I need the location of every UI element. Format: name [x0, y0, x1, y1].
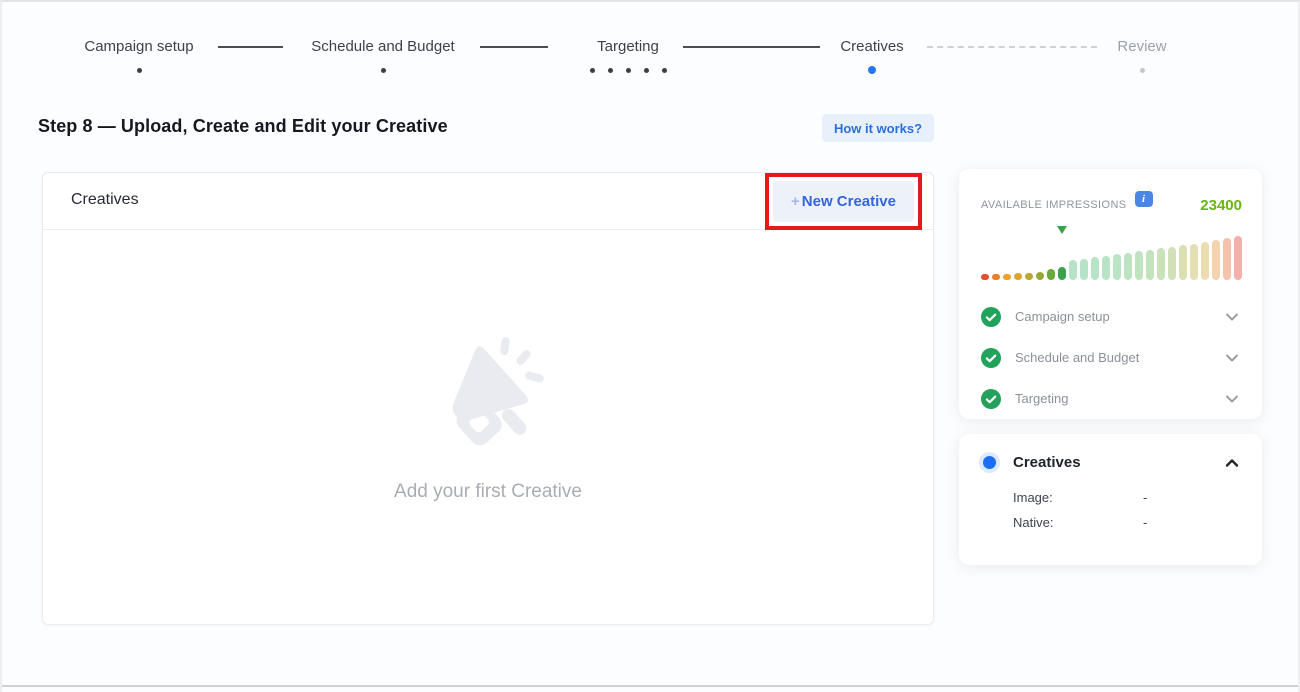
- step-label: Review: [1042, 38, 1242, 55]
- creatives-summary-rows: Image: - Native: -: [1013, 485, 1242, 535]
- available-impressions-card: AVAILABLE IMPRESSIONS i 23400 Campaign s…: [959, 169, 1262, 419]
- summary-row-label: Native:: [1013, 515, 1143, 530]
- gauge-bar: [1179, 245, 1187, 280]
- gauge-bar: [1091, 257, 1099, 280]
- summary-row-native: Native: -: [1013, 510, 1242, 535]
- gauge-bar: [981, 274, 989, 280]
- empty-state-text: Add your first Creative: [394, 481, 582, 503]
- summary-row-value: -: [1143, 515, 1147, 530]
- plus-icon: +: [791, 193, 800, 210]
- section-label: Campaign setup: [1015, 309, 1224, 324]
- creatives-summary-header[interactable]: Creatives: [981, 454, 1242, 471]
- impressions-gauge-bars: [981, 236, 1242, 280]
- step-schedule-budget[interactable]: Schedule and Budget: [283, 38, 483, 74]
- creatives-summary-card: Creatives Image: - Native: -: [959, 434, 1262, 565]
- step-connector: [218, 46, 283, 48]
- step-dots: [39, 66, 239, 74]
- completed-sections-list: Campaign setup Schedule and Budget: [981, 296, 1242, 419]
- section-label: Targeting: [1015, 391, 1224, 406]
- summary-row-value: -: [1143, 490, 1147, 505]
- step-progress-dot: [626, 68, 631, 73]
- impressions-gauge: [981, 226, 1242, 280]
- step-dots: [283, 66, 483, 74]
- step-targeting[interactable]: Targeting: [528, 38, 728, 74]
- step-label: Campaign setup: [39, 38, 239, 55]
- gauge-bar: [1212, 240, 1220, 280]
- section-label: Schedule and Budget: [1015, 350, 1224, 365]
- step-campaign-setup[interactable]: Campaign setup: [39, 38, 239, 74]
- step-progress-dot: [1140, 68, 1145, 73]
- step-progress-dot: [644, 68, 649, 73]
- impressions-header: AVAILABLE IMPRESSIONS i 23400: [981, 191, 1242, 214]
- page-bottom-rule: [2, 685, 1298, 687]
- gauge-bar: [1036, 272, 1044, 280]
- gauge-bar: [1146, 250, 1154, 280]
- chevron-down-icon[interactable]: [1224, 391, 1240, 407]
- creatives-card-header: Creatives +New Creative: [43, 173, 933, 230]
- gauge-bar: [1025, 273, 1033, 280]
- gauge-bar: [1190, 244, 1198, 280]
- summary-row-image: Image: -: [1013, 485, 1242, 510]
- gauge-bar: [1080, 259, 1088, 280]
- gauge-bar: [1135, 251, 1143, 280]
- how-it-works-button[interactable]: How it works?: [822, 114, 934, 142]
- gauge-bar: [1003, 274, 1011, 280]
- check-circle-icon: [981, 307, 1001, 327]
- page-title: Step 8 — Upload, Create and Edit your Cr…: [38, 116, 448, 137]
- gauge-bar: [1234, 236, 1242, 280]
- megaphone-icon: [432, 335, 544, 457]
- gauge-bar: [1014, 273, 1022, 280]
- section-row-campaign-setup[interactable]: Campaign setup: [981, 296, 1242, 337]
- step-dots: [1042, 66, 1242, 74]
- gauge-bar: [1157, 248, 1165, 280]
- step-progress-dot: [608, 68, 613, 73]
- creatives-empty-state: Add your first Creative: [43, 230, 933, 625]
- active-section-dot-icon: [983, 456, 996, 469]
- step-dots: [772, 66, 972, 74]
- info-icon[interactable]: i: [1135, 191, 1153, 207]
- gauge-bar: [1113, 254, 1121, 280]
- step-dots: [528, 66, 728, 74]
- step-progress-dot: [137, 68, 142, 73]
- chevron-up-icon[interactable]: [1224, 455, 1240, 471]
- gauge-bar: [1223, 238, 1231, 280]
- gauge-bar: [1047, 269, 1055, 280]
- gauge-bar: [1069, 260, 1077, 280]
- impressions-label: AVAILABLE IMPRESSIONS: [981, 191, 1127, 211]
- gauge-bar: [992, 274, 1000, 280]
- gauge-bar: [1058, 267, 1066, 280]
- chevron-down-icon[interactable]: [1224, 309, 1240, 325]
- step-progress-dot: [868, 66, 876, 74]
- step-creatives[interactable]: Creatives: [772, 38, 972, 74]
- step-progress-dot: [381, 68, 386, 73]
- step-label: Schedule and Budget: [283, 38, 483, 55]
- new-creative-button[interactable]: +New Creative: [773, 181, 914, 222]
- gauge-marker-icon: [1057, 226, 1067, 234]
- check-circle-icon: [981, 389, 1001, 409]
- new-creative-button-label: New Creative: [802, 193, 896, 210]
- gauge-bar: [1124, 253, 1132, 280]
- impressions-value: 23400: [1200, 191, 1242, 214]
- creatives-card: Creatives +New Creative Add your first C…: [42, 172, 934, 625]
- step-progress-dot: [662, 68, 667, 73]
- step-review[interactable]: Review: [1042, 38, 1242, 74]
- summary-row-label: Image:: [1013, 490, 1143, 505]
- campaign-wizard-page: Campaign setup Schedule and Budget Targe…: [0, 0, 1300, 692]
- section-row-targeting[interactable]: Targeting: [981, 378, 1242, 419]
- creatives-summary-title: Creatives: [1013, 454, 1224, 471]
- gauge-bar: [1201, 242, 1209, 280]
- step-progress-dot: [590, 68, 595, 73]
- creatives-card-title: Creatives: [71, 191, 139, 209]
- section-row-schedule-budget[interactable]: Schedule and Budget: [981, 337, 1242, 378]
- gauge-bar: [1102, 256, 1110, 280]
- annotation-highlight-box: +New Creative: [765, 173, 922, 230]
- wizard-stepper: Campaign setup Schedule and Budget Targe…: [2, 2, 1298, 97]
- check-circle-icon: [981, 348, 1001, 368]
- chevron-down-icon[interactable]: [1224, 350, 1240, 366]
- gauge-bar: [1168, 247, 1176, 280]
